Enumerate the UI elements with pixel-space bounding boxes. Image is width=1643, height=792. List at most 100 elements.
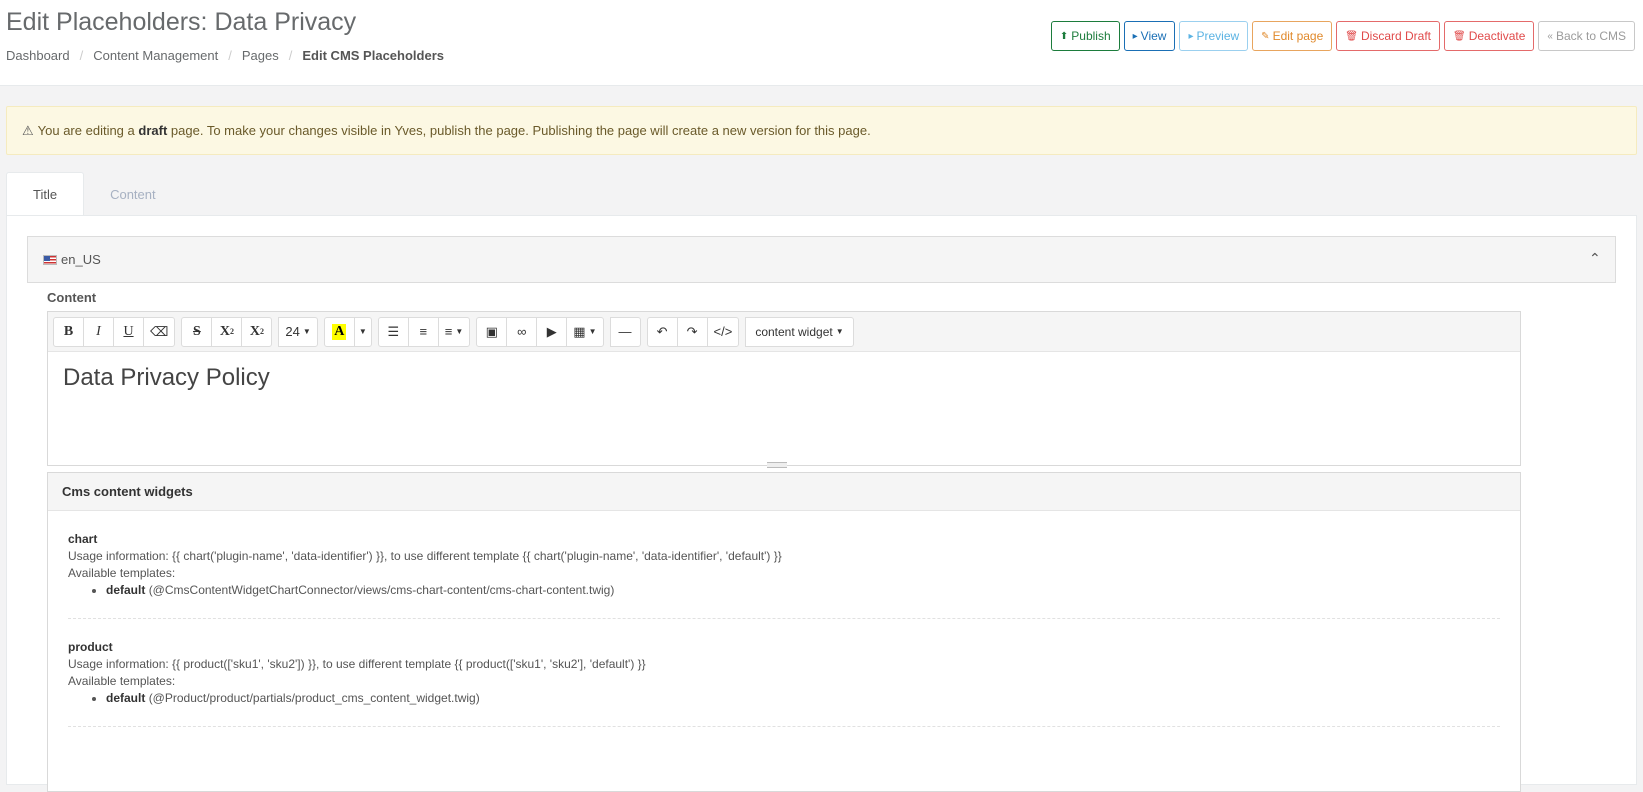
bold-button[interactable]: B — [53, 316, 84, 347]
warning-icon: ⚠ — [22, 122, 34, 138]
widget-usage: Usage information: {{ chart('plugin-name… — [68, 549, 782, 563]
discard-draft-button-label: Discard Draft — [1360, 29, 1431, 43]
undo-icon[interactable]: ↶ — [646, 316, 678, 347]
cms-content-widgets-panel: Cms content widgets chart Usage informat… — [47, 472, 1521, 792]
code-view-icon[interactable]: </> — [706, 316, 740, 347]
back-to-cms-button-label: Back to CMS — [1555, 29, 1626, 43]
discard-draft-button[interactable]: 🗑 Discard Draft — [1336, 21, 1440, 51]
tab-title[interactable]: Title — [6, 172, 85, 216]
toolbar-style-group: B I U ⌫ — [53, 316, 176, 347]
upload-icon: ⬆ — [1059, 30, 1069, 42]
table-button[interactable]: ▦ ▼ — [566, 316, 604, 347]
font-size-value: 24 — [285, 324, 300, 339]
deactivate-button-label: Deactivate — [1468, 29, 1526, 43]
editor-resize-handle[interactable] — [767, 462, 787, 468]
highlight-color-button[interactable]: A — [323, 316, 355, 347]
deactivate-button[interactable]: 🗑 Deactivate — [1444, 21, 1535, 51]
breadcrumb-pages[interactable]: Pages — [242, 48, 279, 63]
template-name: default — [106, 691, 146, 705]
caret-down-icon: ▼ — [455, 327, 464, 336]
content-widget-dropdown[interactable]: content widget ▼ — [745, 316, 854, 347]
tab-bar: Title Content — [6, 172, 182, 216]
template-path: (@Product/product/partials/product_cms_c… — [148, 691, 480, 705]
preview-button[interactable]: ▸ Preview — [1179, 21, 1249, 51]
link-icon[interactable]: ∞ — [506, 316, 538, 347]
view-button[interactable]: ▸ View — [1123, 21, 1176, 51]
widget-templates-list: default (@Product/product/partials/produ… — [68, 690, 1500, 707]
toolbar-insert-group: ▣ ∞ ▶ ▦ ▼ — [476, 316, 604, 347]
font-size-dropdown[interactable]: 24 ▼ — [278, 316, 318, 347]
draft-warning-alert: ⚠ You are editing a draft page. To make … — [6, 106, 1637, 155]
image-icon[interactable]: ▣ — [476, 316, 508, 347]
tab-panel-title: en_US ⌃ Content B I U ⌫ S X2 X2 24 ▼ A ▼… — [6, 215, 1637, 792]
align-left-icon: ≡ — [444, 324, 453, 339]
edit-icon: ✎ — [1261, 30, 1270, 42]
widget-templates-list: default (@CmsContentWidgetChartConnector… — [68, 582, 1500, 599]
widget-available-label: Available templates: — [68, 566, 176, 580]
publish-button[interactable]: ⬆ Publish — [1050, 21, 1120, 51]
breadcrumb-separator: / — [79, 48, 84, 63]
page-actions: ⬆ Publish ▸ View ▸ Preview ✎ Edit page 🗑… — [1050, 21, 1635, 51]
list-item: default (@Product/product/partials/produ… — [106, 690, 1500, 707]
list-item: default (@CmsContentWidgetChartConnector… — [106, 582, 1500, 599]
widget-entry-product: product Usage information: {{ product(['… — [68, 619, 1500, 727]
alert-suffix: page. To make your changes visible in Yv… — [170, 123, 871, 138]
toolbar-widget-group: content widget ▼ — [745, 316, 854, 347]
widgets-panel-heading: Cms content widgets — [48, 473, 1520, 511]
toolbar-history-group: ↶ ↷ </> — [646, 316, 740, 347]
widget-usage: Usage information: {{ product(['sku1', '… — [68, 657, 646, 671]
toolbar-fontsize-group: 24 ▼ — [278, 316, 318, 347]
widget-available-label: Available templates: — [68, 674, 176, 688]
caret-down-icon: ▼ — [302, 327, 311, 336]
breadcrumb: Dashboard / Content Management / Pages / Edit … — [6, 48, 444, 63]
back-to-cms-button[interactable]: « Back to CMS — [1538, 21, 1635, 51]
trash-icon: 🗑 — [1453, 30, 1466, 42]
chevron-up-icon[interactable]: ⌃ — [1589, 251, 1603, 265]
content-field-label: Content — [47, 290, 97, 305]
toolbar-color-group: A ▼ — [323, 316, 372, 347]
alert-draft-word: draft — [138, 123, 168, 138]
preview-button-label: Preview — [1196, 29, 1240, 43]
breadcrumb-dashboard[interactable]: Dashboard — [6, 48, 70, 63]
trash-icon: 🗑 — [1345, 30, 1358, 42]
content-widget-label: content widget — [755, 324, 833, 339]
view-button-label: View — [1140, 29, 1167, 43]
us-flag-icon — [43, 254, 57, 265]
locale-code: en_US — [61, 252, 101, 267]
horizontal-rule-icon[interactable]: — — [609, 316, 641, 347]
editor-toolbar: B I U ⌫ S X2 X2 24 ▼ A ▼ ☰ ≡ ≡ ▼ ▣ ∞ ▶ ▦… — [48, 312, 1520, 352]
table-icon: ▦ — [573, 323, 586, 339]
text-color-icon: A — [332, 323, 347, 340]
publish-button-label: Publish — [1071, 29, 1111, 43]
page-title: Edit Placeholders: Data Privacy — [6, 8, 357, 36]
italic-button[interactable]: I — [83, 316, 114, 347]
breadcrumb-separator: / — [288, 48, 293, 63]
unordered-list-icon[interactable]: ☰ — [377, 316, 409, 347]
tab-content[interactable]: Content — [84, 172, 182, 216]
locale-panel-header[interactable]: en_US ⌃ — [27, 236, 1616, 283]
color-dropdown-button[interactable]: ▼ — [353, 316, 372, 347]
breadcrumb-content-management[interactable]: Content Management — [93, 48, 218, 63]
widget-name: product — [68, 640, 113, 654]
breadcrumb-current: Edit CMS Placeholders — [302, 48, 444, 63]
edit-page-button[interactable]: ✎ Edit page — [1252, 21, 1333, 51]
template-name: default — [106, 583, 146, 597]
redo-icon[interactable]: ↷ — [676, 316, 708, 347]
subscript-button[interactable]: X2 — [241, 316, 273, 347]
caret-down-icon: ▼ — [835, 327, 844, 336]
eraser-icon[interactable]: ⌫ — [143, 316, 176, 347]
edit-page-button-label: Edit page — [1272, 29, 1324, 43]
template-path: (@CmsContentWidgetChartConnector/views/c… — [148, 583, 615, 597]
breadcrumb-separator: / — [228, 48, 232, 63]
paragraph-align-button[interactable]: ≡ ▼ — [437, 316, 471, 347]
widget-name: chart — [68, 532, 98, 546]
ordered-list-icon[interactable]: ≡ — [407, 316, 439, 347]
caret-right-icon: ▸ — [1132, 30, 1138, 42]
strikethrough-button[interactable]: S — [181, 316, 213, 347]
page-header: Edit Placeholders: Data Privacy Dashboar… — [0, 0, 1643, 86]
toolbar-hr-group: — — [609, 316, 641, 347]
editor-content-area[interactable]: Data Privacy Policy — [48, 352, 1520, 404]
superscript-button[interactable]: X2 — [211, 316, 243, 347]
video-icon[interactable]: ▶ — [536, 316, 568, 347]
underline-button[interactable]: U — [113, 316, 144, 347]
